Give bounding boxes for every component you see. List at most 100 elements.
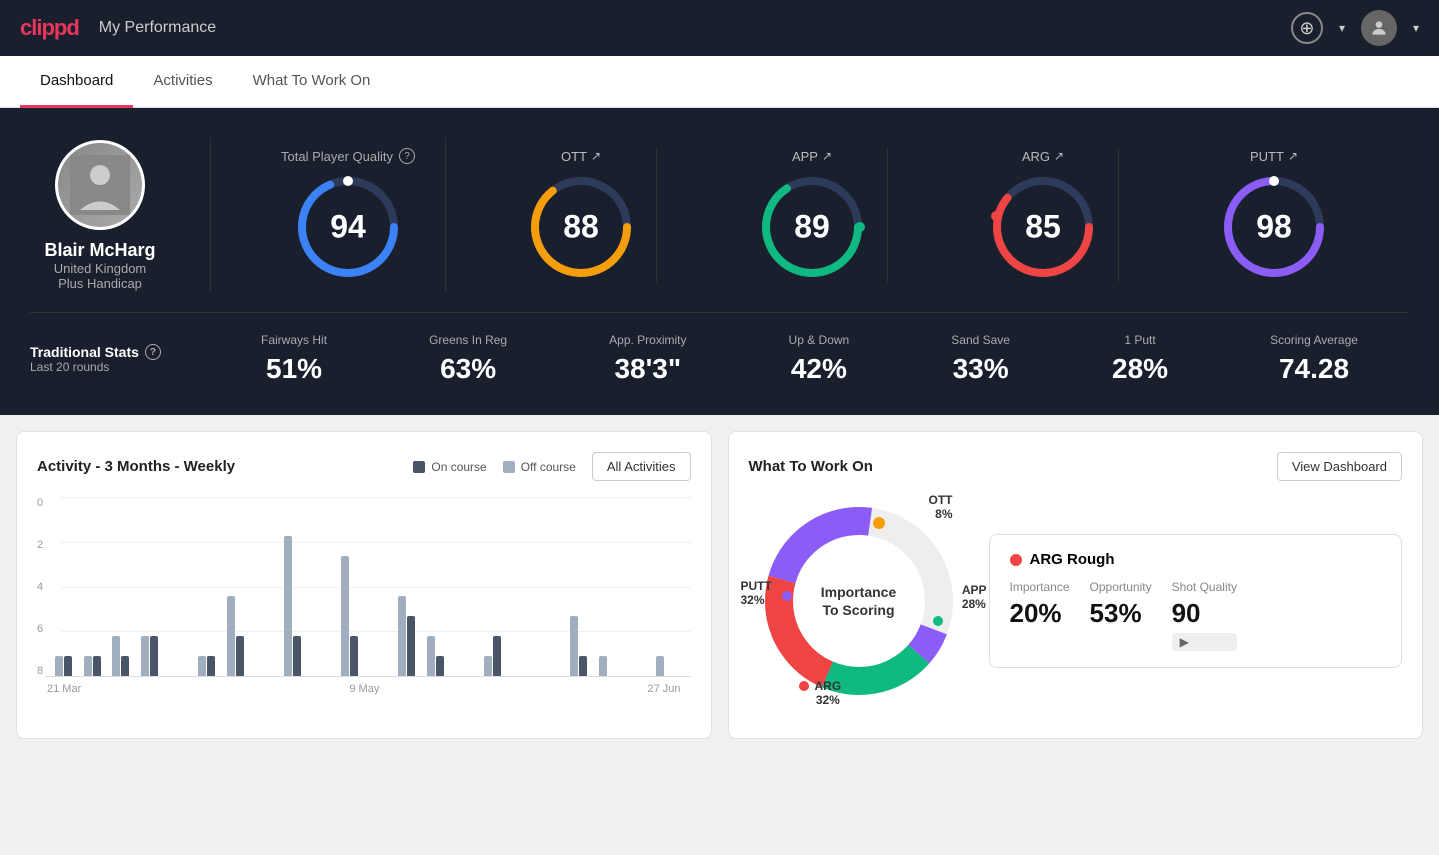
bar-on-8 bbox=[293, 636, 301, 676]
what-to-work-on-card: What To Work On View Dashboard bbox=[728, 431, 1424, 739]
what-card-header: What To Work On View Dashboard bbox=[749, 452, 1403, 481]
header-title: My Performance bbox=[99, 19, 216, 37]
score-arg: ARG ↗ 85 bbox=[968, 149, 1119, 282]
view-dashboard-button[interactable]: View Dashboard bbox=[1277, 452, 1402, 481]
player-country: United Kingdom bbox=[54, 261, 147, 276]
stat-greens: Greens In Reg 63% bbox=[429, 333, 507, 385]
detail-shot-quality: Shot Quality 90 ▶ bbox=[1172, 580, 1237, 651]
trad-stats-title: Traditional Stats ? bbox=[30, 344, 210, 360]
what-content: ImportanceTo Scoring OTT 8% APP 28% ARG … bbox=[749, 491, 1403, 711]
stat-fairways: Fairways Hit 51% bbox=[261, 333, 327, 385]
tab-activities[interactable]: Activities bbox=[133, 56, 232, 108]
detail-importance-value: 20% bbox=[1010, 598, 1070, 629]
putt-value: 98 bbox=[1256, 208, 1292, 245]
legend-off-course-dot bbox=[503, 461, 515, 473]
arg-circle: 85 bbox=[988, 172, 1098, 282]
legend-off-course-label: Off course bbox=[521, 460, 576, 474]
add-button[interactable]: ⊕ bbox=[1291, 12, 1323, 44]
add-dropdown-chevron[interactable]: ▾ bbox=[1339, 21, 1345, 35]
ott-label: OTT ↗ bbox=[561, 149, 601, 164]
user-avatar[interactable] bbox=[1361, 10, 1397, 46]
bar-off-6 bbox=[227, 596, 235, 676]
detail-opportunity: Opportunity 53% bbox=[1090, 580, 1152, 651]
avatar-icon bbox=[1369, 18, 1389, 38]
bar-on-2 bbox=[121, 656, 129, 676]
detail-opportunity-label: Opportunity bbox=[1090, 580, 1152, 594]
user-dropdown-chevron[interactable]: ▾ bbox=[1413, 21, 1419, 35]
logo: clippd bbox=[20, 15, 79, 41]
trad-stats-info-icon[interactable]: ? bbox=[145, 344, 161, 360]
scores-section: Total Player Quality ? 94 OT bbox=[251, 138, 1409, 292]
bar-on-0 bbox=[64, 656, 72, 676]
tab-what-to-work-on[interactable]: What To Work On bbox=[233, 56, 391, 108]
bar-group-8 bbox=[284, 536, 309, 676]
putt-circle: 98 bbox=[1219, 172, 1329, 282]
bar-group-10 bbox=[341, 556, 366, 676]
bar-off-13 bbox=[427, 636, 435, 676]
hero-section: Blair McHarg United Kingdom Plus Handica… bbox=[0, 108, 1439, 415]
all-activities-button[interactable]: All Activities bbox=[592, 452, 691, 481]
bar-group-15 bbox=[484, 636, 509, 676]
stat-sandsave: Sand Save 33% bbox=[951, 333, 1010, 385]
seg-label-ott: OTT 8% bbox=[929, 493, 953, 521]
stat-greens-label: Greens In Reg bbox=[429, 333, 507, 347]
detail-title-dot bbox=[1010, 554, 1022, 566]
trad-stats-label-section: Traditional Stats ? Last 20 rounds bbox=[30, 344, 210, 374]
donut-center-label: ImportanceTo Scoring bbox=[821, 583, 896, 619]
stat-proximity-label: App. Proximity bbox=[609, 333, 686, 347]
bar-on-12 bbox=[407, 616, 415, 676]
player-name: Blair McHarg bbox=[44, 240, 155, 261]
bar-on-3 bbox=[150, 636, 158, 676]
activity-card-header: Activity - 3 Months - Weekly On course O… bbox=[37, 452, 691, 481]
bar-off-21 bbox=[656, 656, 664, 676]
arg-trend: ↗ bbox=[1054, 149, 1064, 163]
activity-card-controls: On course Off course All Activities bbox=[413, 452, 690, 481]
score-ott: OTT ↗ 88 bbox=[506, 149, 657, 282]
bar-on-1 bbox=[93, 656, 101, 676]
chart-with-y: 8 6 4 2 0 bbox=[37, 497, 691, 677]
detail-opportunity-value: 53% bbox=[1090, 598, 1152, 629]
stat-proximity-value: 38'3" bbox=[614, 353, 681, 385]
player-info: Blair McHarg United Kingdom Plus Handica… bbox=[30, 140, 170, 291]
total-quality-info-icon[interactable]: ? bbox=[399, 148, 415, 164]
stat-fairways-value: 51% bbox=[266, 353, 322, 385]
bar-off-0 bbox=[55, 656, 63, 676]
stat-updown-label: Up & Down bbox=[789, 333, 850, 347]
app-value: 89 bbox=[794, 208, 830, 245]
ott-circle: 88 bbox=[526, 172, 636, 282]
bar-on-15 bbox=[493, 636, 501, 676]
activity-legend: On course Off course bbox=[413, 460, 576, 474]
stat-sandsave-label: Sand Save bbox=[951, 333, 1010, 347]
traditional-stats: Traditional Stats ? Last 20 rounds Fairw… bbox=[30, 312, 1409, 385]
ott-trend: ↗ bbox=[591, 149, 601, 163]
detail-title-text: ARG Rough bbox=[1030, 551, 1115, 568]
app-label: APP ↗ bbox=[792, 149, 832, 164]
ott-value: 88 bbox=[563, 208, 599, 245]
seg-label-app: APP 28% bbox=[962, 583, 987, 611]
trad-stats-period: Last 20 rounds bbox=[30, 360, 210, 374]
bar-off-3 bbox=[141, 636, 149, 676]
bar-chart-bars bbox=[45, 497, 691, 677]
stat-updown: Up & Down 42% bbox=[789, 333, 850, 385]
bar-group-21 bbox=[656, 656, 681, 676]
bar-off-5 bbox=[198, 656, 206, 676]
activity-bar-chart: 8 6 4 2 0 bbox=[37, 497, 691, 717]
stat-sandsave-value: 33% bbox=[953, 353, 1009, 385]
legend-on-course-label: On course bbox=[431, 460, 486, 474]
x-label-jun: 27 Jun bbox=[647, 683, 680, 695]
stat-1putt: 1 Putt 28% bbox=[1112, 333, 1168, 385]
tab-bar: Dashboard Activities What To Work On bbox=[0, 56, 1439, 108]
bar-off-18 bbox=[570, 616, 578, 676]
stat-1putt-value: 28% bbox=[1112, 353, 1168, 385]
x-label-mar: 21 Mar bbox=[47, 683, 81, 695]
header: clippd My Performance ⊕ ▾ ▾ bbox=[0, 0, 1439, 56]
score-putt: PUTT ↗ 98 bbox=[1199, 149, 1349, 282]
bar-group-5 bbox=[198, 656, 223, 676]
what-card-title: What To Work On bbox=[749, 458, 873, 475]
tab-dashboard[interactable]: Dashboard bbox=[20, 56, 133, 108]
bar-group-3 bbox=[141, 636, 166, 676]
activity-card: Activity - 3 Months - Weekly On course O… bbox=[16, 431, 712, 739]
activity-chart-title: Activity - 3 Months - Weekly bbox=[37, 458, 235, 475]
bar-group-6 bbox=[227, 596, 252, 676]
total-quality: Total Player Quality ? 94 bbox=[251, 138, 446, 292]
